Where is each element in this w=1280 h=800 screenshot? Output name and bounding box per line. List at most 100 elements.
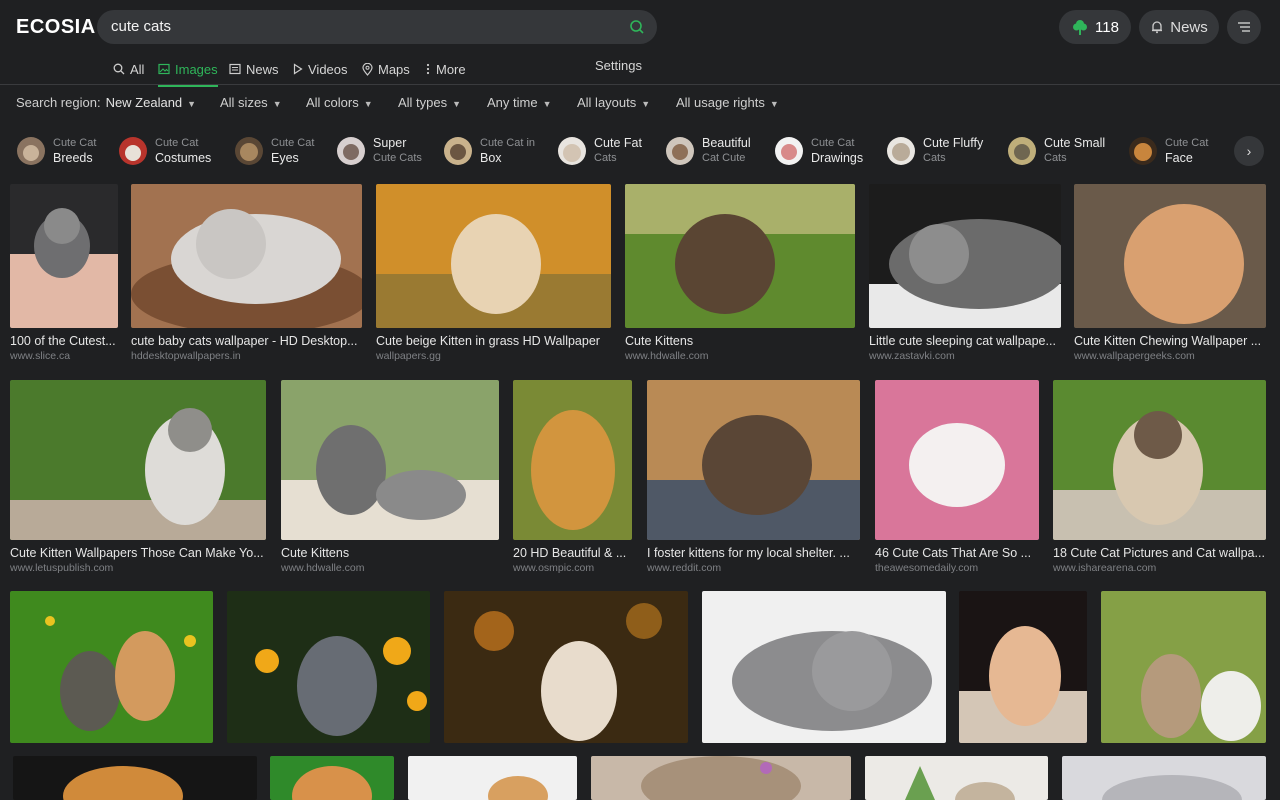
image-result[interactable] [702,591,946,743]
tab-label: All [130,61,145,77]
result-title[interactable]: 100 of the Cutest... [10,334,118,348]
related-search-chip[interactable]: Cute Fluffy Cats [887,133,983,169]
image-result[interactable]: 100 of the Cutest... www.slice.ca [10,184,118,362]
tab-more[interactable]: More [425,58,466,80]
result-thumbnail[interactable] [10,591,213,743]
menu-button[interactable] [1227,10,1261,44]
image-result[interactable] [444,591,688,743]
related-search-chip[interactable]: Cute Fat Cats [558,133,642,169]
header: ECOSIA cute cats 118 News [0,0,1280,56]
result-thumbnail[interactable] [1074,184,1266,328]
result-title[interactable]: Cute Kitten Chewing Wallpaper ... [1074,334,1266,348]
result-title[interactable]: Cute Kitten Wallpapers Those Can Make Yo… [10,546,266,560]
color-filter[interactable]: All colors ▼ [306,95,373,110]
result-title[interactable]: Cute Kittens [281,546,499,560]
image-result[interactable]: Cute Kitten Wallpapers Those Can Make Yo… [10,380,266,574]
image-result[interactable]: 18 Cute Cat Pictures and Cat wallpa... w… [1053,380,1266,574]
image-result[interactable] [13,756,257,800]
result-thumbnail[interactable] [1062,756,1266,800]
image-result[interactable]: Cute Kitten Chewing Wallpaper ... www.wa… [1074,184,1266,362]
result-source: www.hdwalle.com [625,350,709,362]
related-search-chip[interactable]: Cute Cat Costumes [119,133,211,169]
tab-all[interactable]: All [113,58,144,80]
image-result[interactable] [10,591,213,743]
result-thumbnail[interactable] [270,756,394,800]
result-thumbnail[interactable] [875,380,1039,540]
related-search-chip[interactable]: Cute Cat Eyes [235,133,314,169]
result-source: www.isharearena.com [1053,562,1157,574]
image-result[interactable] [227,591,430,743]
tree-count: 118 [1095,18,1119,36]
image-result[interactable]: cute baby cats wallpaper - HD Desktop...… [131,184,362,362]
search-region-filter[interactable]: Search region: New Zealand ▼ [16,95,196,110]
image-result[interactable]: I foster kittens for my local shelter. .… [647,380,860,574]
related-search-chip[interactable]: Super Cute Cats [337,133,422,169]
tab-news[interactable]: News [229,58,279,80]
search-input[interactable]: cute cats [111,18,171,35]
result-thumbnail[interactable] [281,380,499,540]
result-thumbnail[interactable] [1053,380,1266,540]
result-thumbnail[interactable] [131,184,362,328]
usage-rights-filter[interactable]: All usage rights ▼ [676,95,779,110]
image-result[interactable]: Little cute sleeping cat wallpape... www… [869,184,1061,362]
image-result[interactable] [270,756,394,800]
result-title[interactable]: Little cute sleeping cat wallpape... [869,334,1061,348]
size-filter[interactable]: All sizes ▼ [220,95,282,110]
result-thumbnail[interactable] [869,184,1061,328]
image-result[interactable]: Cute beige Kitten in grass HD Wallpaper … [376,184,611,362]
settings-link[interactable]: Settings [595,58,642,73]
result-thumbnail[interactable] [959,591,1087,743]
result-title[interactable]: Cute Kittens [625,334,855,348]
type-filter[interactable]: All types ▼ [398,95,461,110]
result-thumbnail[interactable] [702,591,946,743]
related-search-chip[interactable]: Cute Cat in Box [444,133,535,169]
image-result[interactable]: Cute Kittens www.hdwalle.com [281,380,499,574]
result-title[interactable]: Cute beige Kitten in grass HD Wallpaper [376,334,611,348]
related-search-chip[interactable]: Cute Small Cats [1008,133,1105,169]
search-bar[interactable]: cute cats [97,10,657,44]
tree-counter[interactable]: 118 [1059,10,1131,44]
result-thumbnail[interactable] [591,756,851,800]
related-search-chip[interactable]: Beautiful Cat Cute [666,133,751,169]
chevron-right-icon[interactable]: › [1234,136,1264,166]
image-result[interactable]: 46 Cute Cats That Are So ... theawesomed… [875,380,1039,574]
news-button[interactable]: News [1139,10,1219,44]
result-thumbnail[interactable] [625,184,855,328]
result-title[interactable]: 20 HD Beautiful & ... [513,546,632,560]
result-thumbnail[interactable] [444,591,688,743]
result-title[interactable]: I foster kittens for my local shelter. .… [647,546,860,560]
result-title[interactable]: cute baby cats wallpaper - HD Desktop... [131,334,362,348]
search-icon[interactable] [629,19,645,35]
result-title[interactable]: 46 Cute Cats That Are So ... [875,546,1039,560]
image-result[interactable] [1062,756,1266,800]
image-result[interactable] [865,756,1048,800]
time-filter[interactable]: Any time ▼ [487,95,552,110]
result-thumbnail[interactable] [647,380,860,540]
image-result[interactable] [408,756,577,800]
related-search-chip[interactable]: Cute Cat Drawings [775,133,863,169]
result-thumbnail[interactable] [10,184,118,328]
image-result[interactable] [591,756,851,800]
image-result[interactable] [1101,591,1266,743]
layout-filter[interactable]: All layouts ▼ [577,95,650,110]
result-title[interactable]: 18 Cute Cat Pictures and Cat wallpa... [1053,546,1266,560]
tab-images[interactable]: Images [158,58,218,87]
image-result[interactable] [959,591,1087,743]
result-source: www.letuspublish.com [10,562,114,574]
tab-maps[interactable]: Maps [362,58,410,80]
ecosia-logo[interactable]: ECOSIA [16,16,96,39]
result-thumbnail[interactable] [408,756,577,800]
result-thumbnail[interactable] [376,184,611,328]
related-search-chip[interactable]: Cute Cat Face [1129,133,1208,169]
related-search-chip[interactable]: Cute Cat Breeds [17,133,96,169]
chip-thumbnail [444,137,472,165]
result-thumbnail[interactable] [1101,591,1266,743]
result-thumbnail[interactable] [10,380,266,540]
result-thumbnail[interactable] [865,756,1048,800]
tab-videos[interactable]: Videos [293,58,348,80]
result-thumbnail[interactable] [227,591,430,743]
image-result[interactable]: 20 HD Beautiful & ... www.osmpic.com [513,380,632,574]
image-result[interactable]: Cute Kittens www.hdwalle.com [625,184,855,362]
result-thumbnail[interactable] [13,756,257,800]
result-thumbnail[interactable] [513,380,632,540]
